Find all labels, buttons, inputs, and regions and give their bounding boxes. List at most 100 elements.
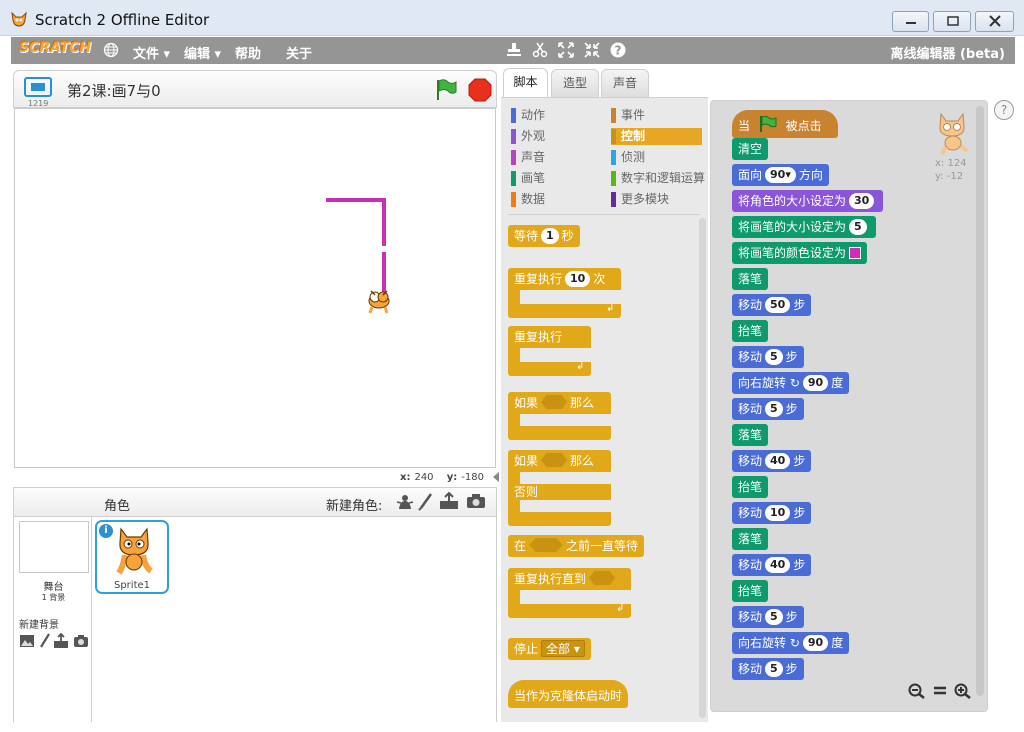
category-sensing[interactable]: 侦测 <box>611 149 707 166</box>
scratch-logo[interactable]: SCRATCH <box>19 40 91 56</box>
tab-scripts[interactable]: 脚本 <box>503 68 548 98</box>
block-value-input[interactable]: 5 <box>849 219 867 235</box>
script-block[interactable]: 抬笔 <box>732 580 769 602</box>
choose-sprite-from-library-icon[interactable] <box>396 493 414 511</box>
paint-backdrop-icon[interactable] <box>39 633 51 649</box>
category-pen[interactable]: 画笔 <box>511 170 607 187</box>
stop-sign-icon[interactable] <box>468 78 492 102</box>
block-help-icon[interactable]: ? <box>609 41 627 59</box>
script-block[interactable]: 落笔 <box>732 528 769 550</box>
script-block[interactable]: 移动 5 步 <box>732 606 804 628</box>
block-value-input[interactable]: 30 <box>849 193 875 209</box>
category-sound[interactable]: 声音 <box>511 149 607 166</box>
fullscreen-icon[interactable] <box>24 77 52 97</box>
script-block[interactable]: 将角色的大小设定为 30 <box>732 190 884 212</box>
block-value-input[interactable]: 5 <box>765 401 783 417</box>
delete-scissors-icon[interactable] <box>531 41 549 59</box>
script-block[interactable]: 抬笔 <box>732 476 769 498</box>
block-value-input[interactable]: 10 <box>765 505 791 521</box>
block-value-input[interactable]: 5 <box>765 609 783 625</box>
close-button[interactable] <box>975 11 1014 32</box>
block-value-input[interactable]: 90 <box>802 375 829 391</box>
block-repeat[interactable]: 重复执行 10 次 ↲ <box>508 268 621 318</box>
duplicate-stamp-icon[interactable] <box>505 41 523 59</box>
block-value-input[interactable]: 5 <box>765 349 783 365</box>
script-block[interactable]: 抬笔 <box>732 320 769 342</box>
close-icon <box>989 15 1001 27</box>
upload-backdrop-icon[interactable] <box>53 633 69 649</box>
stage-thumbnail-column: 舞台 1 背景 新建背景 <box>13 517 92 722</box>
tab-sounds[interactable]: 声音 <box>601 69 649 97</box>
block-forever[interactable]: 重复执行 ↲ <box>508 326 591 376</box>
block-wait-seconds[interactable]: 等待 1 秒 <box>508 225 580 247</box>
block-value-input[interactable]: 5 <box>765 661 783 677</box>
grow-icon[interactable] <box>557 41 575 59</box>
category-operators[interactable]: 数字和逻辑运算 <box>611 170 707 187</box>
block-wait-until[interactable]: 在之前一直等待 <box>508 535 645 557</box>
script-block[interactable]: 清空 <box>732 138 769 160</box>
scripts-scrollbar[interactable] <box>976 106 984 696</box>
palette-scrollbar[interactable] <box>699 218 706 718</box>
camera-backdrop-icon[interactable] <box>73 634 89 648</box>
block-stop[interactable]: 停止 全部 ▾ <box>508 638 591 660</box>
pen-color-swatch[interactable] <box>849 247 862 259</box>
maximize-button[interactable] <box>933 11 971 32</box>
menu-help[interactable]: 帮助 <box>235 43 261 62</box>
camera-sprite-icon[interactable] <box>466 493 486 509</box>
category-looks[interactable]: 外观 <box>511 128 607 145</box>
block-when-start-as-clone[interactable]: 当作为克隆体启动时 <box>508 680 629 708</box>
script-block[interactable]: 面向 90▾ 方向 <box>732 164 829 186</box>
script-block[interactable]: 向右旋转 ↻ 90 度 <box>732 372 850 394</box>
scripts-area[interactable]: 当 被点击 清空面向 90▾ 方向将角色的大小设定为 30 将画笔的大小设定为 5 将画笔的… <box>710 100 988 712</box>
menu-about[interactable]: 关于 <box>286 43 312 62</box>
category-control[interactable]: 控制 <box>611 128 702 145</box>
zoom-out-icon[interactable] <box>908 683 926 699</box>
offline-editor-beta-label: 离线编辑器 (beta) <box>890 47 1005 62</box>
stage-header: 1219 第2课:画7与0 <box>13 70 497 108</box>
sprite-list: i Sprite1 <box>92 517 497 722</box>
script-block[interactable]: 移动 5 步 <box>732 398 804 420</box>
script-block[interactable]: 落笔 <box>732 424 769 446</box>
script-when-flag-clicked[interactable]: 当 被点击 <box>732 110 838 138</box>
block-value-input[interactable]: 40 <box>765 557 791 573</box>
project-title-field[interactable]: 第2课:画7与0 <box>67 80 161 101</box>
menu-edit[interactable]: 编辑 ▾ <box>184 43 221 62</box>
script-block[interactable]: 将画笔的颜色设定为 <box>732 242 868 264</box>
script-block[interactable]: 移动 40 步 <box>732 554 812 576</box>
block-if-else[interactable]: 如果 那么 否则 <box>508 450 611 526</box>
block-if-then[interactable]: 如果 那么 <box>508 392 611 440</box>
zoom-in-icon[interactable] <box>954 683 972 699</box>
block-value-input[interactable]: 90 <box>802 635 829 651</box>
block-value-input[interactable]: 40 <box>765 453 791 469</box>
script-block[interactable]: 移动 10 步 <box>732 502 812 524</box>
minimize-button[interactable] <box>892 11 929 32</box>
zoom-reset-icon[interactable] <box>932 683 948 699</box>
language-globe-icon[interactable] <box>103 42 119 58</box>
shrink-icon[interactable] <box>583 41 601 59</box>
block-value-input[interactable]: 90▾ <box>765 167 796 183</box>
category-data[interactable]: 数据 <box>511 191 607 208</box>
backdrop-library-icon[interactable] <box>19 634 35 648</box>
sprite-tile-sprite1[interactable]: i Sprite1 <box>95 520 169 594</box>
script-block[interactable]: 落笔 <box>732 268 769 290</box>
paint-new-sprite-icon[interactable] <box>418 493 434 511</box>
stage-thumbnail[interactable] <box>19 521 89 573</box>
help-button[interactable]: ? <box>994 100 1014 120</box>
stage-canvas[interactable] <box>14 108 496 468</box>
menu-file[interactable]: 文件 ▾ <box>133 43 170 62</box>
script-block[interactable]: 将画笔的大小设定为 5 <box>732 216 876 238</box>
collapse-stage-arrow-icon[interactable] <box>493 472 499 482</box>
script-block[interactable]: 移动 40 步 <box>732 450 812 472</box>
script-block[interactable]: 移动 5 步 <box>732 346 804 368</box>
upload-sprite-icon[interactable] <box>439 492 459 510</box>
block-value-input[interactable]: 50 <box>765 297 791 313</box>
category-events[interactable]: 事件 <box>611 107 707 124</box>
green-flag-icon[interactable] <box>434 78 458 102</box>
category-more-blocks[interactable]: 更多模块 <box>611 191 707 208</box>
script-block[interactable]: 移动 5 步 <box>732 658 804 680</box>
category-motion[interactable]: 动作 <box>511 107 607 124</box>
tab-costumes[interactable]: 造型 <box>551 69 599 97</box>
script-block[interactable]: 移动 50 步 <box>732 294 812 316</box>
script-block[interactable]: 向右旋转 ↻ 90 度 <box>732 632 850 654</box>
block-repeat-until[interactable]: 重复执行直到 ↲ <box>508 568 631 618</box>
